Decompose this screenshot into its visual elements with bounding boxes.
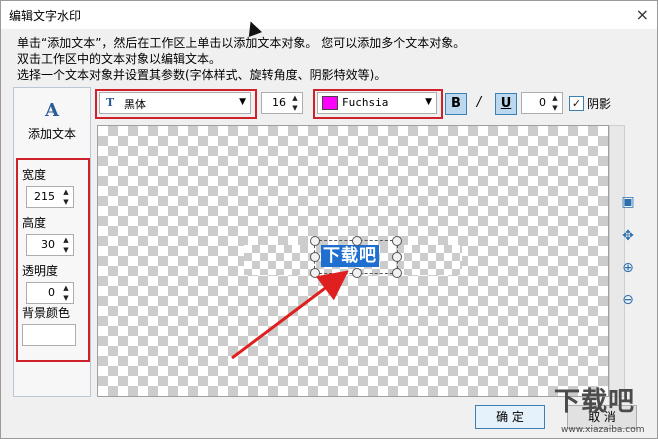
rotation-value: 0 [539, 96, 546, 109]
work-area[interactable]: 下载吧 [97, 125, 609, 397]
height-value: 30 [41, 238, 55, 251]
close-button[interactable]: × [636, 5, 649, 24]
opacity-spinner[interactable]: 0 ▲ ▼ [26, 282, 74, 304]
site-logo-watermark: 下载吧 [554, 387, 636, 417]
height-spinner[interactable]: 30 ▲ ▼ [26, 234, 74, 256]
instruction-line: 双击工作区中的文本对象以编辑文本。 [17, 52, 222, 66]
fit-icon[interactable]: ▣ [617, 191, 639, 213]
instruction-line: 单击“添加文本”，然后在工作区上单击以添加文本对象。 您可以添加多个文本对象。 [17, 36, 466, 50]
instructions: 单击“添加文本”，然后在工作区上单击以添加文本对象。 您可以添加多个文本对象。 … [17, 35, 465, 83]
spinner-arrows-icon[interactable]: ▲ ▼ [61, 235, 71, 255]
shadow-checkbox[interactable]: ✓ [569, 96, 584, 111]
add-text-label: 添加文本 [27, 127, 76, 141]
zoom-out-icon[interactable]: ⊖ [617, 289, 639, 311]
dialog-window: 编辑文字水印 × 单击“添加文本”，然后在工作区上单击以添加文本对象。 您可以添… [0, 0, 658, 439]
color-swatch [322, 96, 338, 110]
width-spinner[interactable]: 215 ▲ ▼ [26, 186, 74, 208]
left-panel: A 添加文本 宽度 215 ▲ ▼ 高度 30 ▲ ▼ 透明度 0 ▲ ▼ 背景颜色 [13, 87, 91, 397]
rotation-spinner[interactable]: 0 ▲ ▼ [521, 92, 563, 114]
color-name: Fuchsia [342, 96, 389, 109]
opacity-label: 透明度 [22, 264, 59, 278]
font-name: 黑体 [124, 98, 146, 111]
bg-color-label: 背景颜色 [22, 306, 71, 320]
spinner-arrows-icon[interactable]: ▲ ▼ [550, 93, 560, 113]
instruction-line: 选择一个文本对象并设置其参数(字体样式、旋转角度、阴影特效等)。 [17, 68, 387, 82]
color-select[interactable]: Fuchsia ▼ [317, 92, 437, 114]
format-toolbar: T 黑体 ▼ 16 ▲ ▼ Fuchsia ▼ B / U 0 ▲ ▼ ✓ 阴影 [95, 87, 651, 119]
spinner-arrows-icon[interactable]: ▲ ▼ [61, 283, 71, 303]
shadow-label: 阴影 [587, 97, 612, 111]
site-url-watermark: www.xiazaiba.com [561, 425, 645, 435]
title-bar: 编辑文字水印 × [1, 1, 657, 29]
annotation-arrow [231, 270, 349, 360]
ok-button[interactable]: 确 定 [475, 405, 545, 429]
font-select[interactable]: T 黑体 ▼ [99, 92, 251, 114]
spinner-arrows-icon[interactable]: ▲ ▼ [290, 93, 300, 113]
chevron-down-icon[interactable]: ▼ [425, 97, 432, 107]
opacity-value: 0 [48, 286, 55, 299]
font-type-icon: T [106, 96, 115, 109]
zoom-in-icon[interactable]: ⊕ [617, 257, 639, 279]
italic-button[interactable]: / [469, 93, 489, 113]
properties-group: 宽度 215 ▲ ▼ 高度 30 ▲ ▼ 透明度 0 ▲ ▼ 背景颜色 [16, 158, 90, 362]
dialog-title: 编辑文字水印 [9, 9, 82, 23]
spinner-arrows-icon[interactable]: ▲ ▼ [61, 187, 71, 207]
move-icon[interactable]: ✥ [617, 225, 639, 247]
bg-color-picker[interactable] [22, 324, 76, 346]
underline-button[interactable]: U [495, 93, 517, 115]
font-size-value: 16 [272, 96, 286, 109]
width-value: 215 [34, 190, 55, 203]
add-text-button[interactable]: A 添加文本 [14, 100, 90, 142]
bold-button[interactable]: B [445, 93, 467, 115]
add-text-icon: A [45, 100, 59, 121]
height-label: 高度 [22, 216, 47, 230]
chevron-down-icon[interactable]: ▼ [239, 97, 246, 107]
width-label: 宽度 [22, 168, 47, 182]
font-size-spinner[interactable]: 16 ▲ ▼ [261, 92, 303, 114]
